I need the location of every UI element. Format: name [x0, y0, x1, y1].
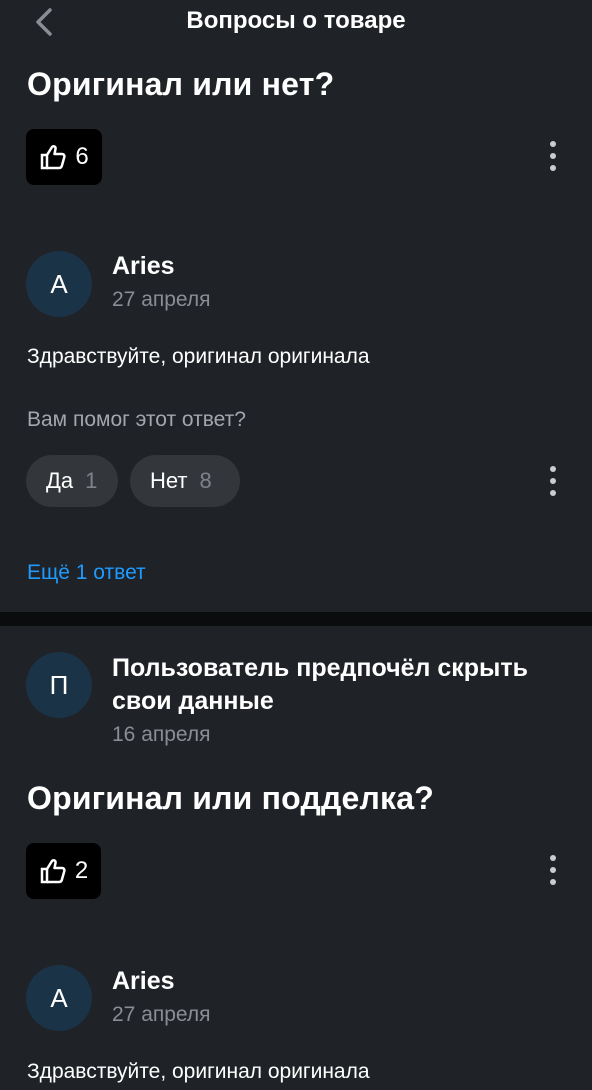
vote-no-button[interactable]: Нет 8: [130, 455, 240, 507]
like-count: 6: [75, 143, 89, 170]
avatar-letter: А: [50, 982, 68, 1013]
answer-date: 27 апреля: [112, 288, 211, 311]
vote-yes-count: 1: [85, 468, 98, 493]
question-more-button[interactable]: [538, 138, 568, 174]
question-date: 16 апреля: [112, 723, 211, 746]
question-like-button[interactable]: 6: [26, 129, 102, 185]
page-title: Вопросы о товаре: [186, 7, 406, 34]
vote-no-label: Нет: [150, 468, 188, 493]
more-dot: [550, 867, 556, 873]
asker-name-line: свои данные: [112, 687, 274, 715]
more-dot: [550, 165, 556, 171]
helpful-question: Вам помог этот ответ?: [27, 408, 246, 431]
more-dot: [550, 879, 556, 885]
more-dot: [550, 478, 556, 484]
like-count: 2: [74, 857, 89, 884]
more-vertical-icon: [550, 466, 556, 472]
top-bar: Вопросы о товаре: [0, 0, 592, 44]
more-answers-link[interactable]: Ещё 1 ответ: [27, 561, 146, 585]
vote-yes-button[interactable]: Да 1: [26, 455, 118, 507]
question-more-button[interactable]: [538, 852, 568, 888]
answer-text: Здравствуйте, оригинал оригинала: [27, 345, 370, 368]
answer-author-name: Aries: [112, 967, 175, 995]
more-dot: [550, 490, 556, 496]
more-vertical-icon: [550, 855, 556, 861]
answer-author-name: Aries: [112, 252, 175, 280]
asker-name-line: Пользователь предпочёл скрыть: [112, 654, 529, 682]
thumbs-up-icon: [41, 145, 66, 170]
answer-more-button[interactable]: [538, 463, 568, 499]
section-divider: [0, 612, 592, 626]
vote-yes-label: Да: [46, 468, 74, 493]
question-like-button[interactable]: 2: [26, 843, 101, 899]
avatar: А: [26, 965, 92, 1031]
question-title: Оригинал или подделка?: [27, 780, 434, 816]
avatar: А: [26, 251, 92, 317]
more-vertical-icon: [550, 141, 556, 147]
thumbs-up-icon: [40, 859, 66, 884]
vote-no-count: 8: [199, 468, 212, 493]
avatar: П: [26, 652, 92, 718]
answer-text: Здравствуйте, оригинал оригинала: [27, 1060, 370, 1083]
avatar-letter: А: [50, 268, 68, 299]
avatar-letter: П: [49, 669, 69, 700]
more-dot: [550, 153, 556, 159]
question-title: Оригинал или нет?: [27, 66, 335, 102]
answer-date: 27 апреля: [112, 1003, 211, 1026]
asker-name: Пользователь предпочёл скрыть свои данны…: [112, 652, 572, 718]
